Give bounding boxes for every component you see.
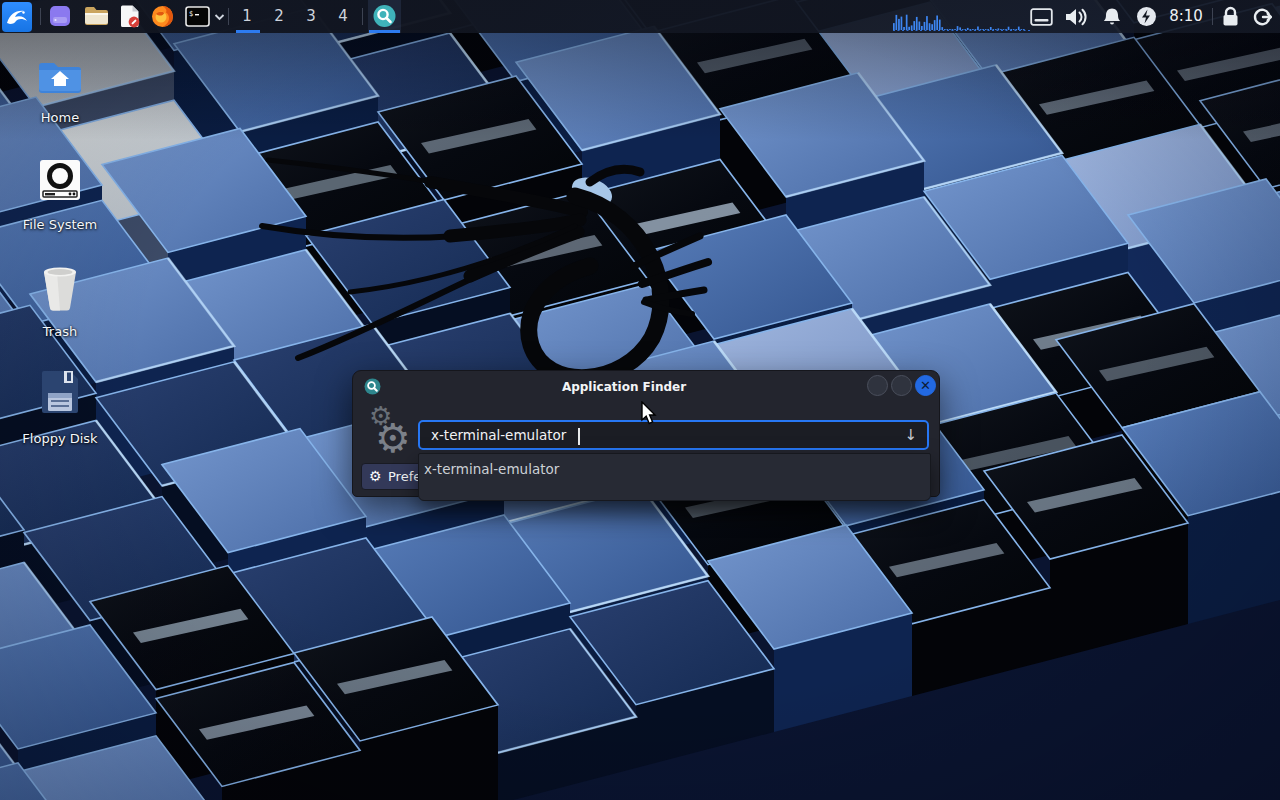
- close-button[interactable]: ✕: [915, 375, 936, 396]
- svg-text:$: $: [189, 10, 193, 18]
- search-suggestions-dropdown: x-terminal-emulator: [418, 453, 931, 501]
- lock-icon[interactable]: [1221, 6, 1240, 27]
- terminal-dropdown-chevron[interactable]: [214, 13, 225, 21]
- trash-icon[interactable]: [40, 264, 80, 312]
- preferences-gear-icon: ⚙: [369, 464, 382, 489]
- power-manager-icon[interactable]: [1136, 6, 1157, 27]
- active-workspace-underline: [236, 30, 260, 33]
- workspace-4[interactable]: 4: [327, 0, 359, 33]
- application-finder-gears-icon: ⚙ ⚙: [365, 401, 421, 461]
- workspace-3[interactable]: 3: [295, 0, 327, 33]
- mouse-cursor: [640, 401, 660, 427]
- floppy-disk-label[interactable]: Floppy Disk: [0, 431, 120, 446]
- applications-menu-button[interactable]: [2, 2, 32, 32]
- notification-bell-icon[interactable]: [1102, 7, 1122, 27]
- trash-label[interactable]: Trash: [0, 324, 120, 339]
- maximize-button[interactable]: [891, 375, 912, 396]
- text-caret: [578, 428, 580, 445]
- app-finder-active-underline: [369, 30, 400, 33]
- dropdown-arrow-icon[interactable]: ↓: [904, 426, 917, 444]
- top-panel: $ 1 2 3 4: [0, 0, 1280, 33]
- suggestion-item[interactable]: x-terminal-emulator: [424, 461, 559, 477]
- keyboard-icon[interactable]: [1030, 8, 1053, 26]
- file-system-icon[interactable]: [39, 159, 81, 201]
- search-input-value: x-terminal-emulator: [431, 427, 566, 443]
- workspace-2[interactable]: 2: [263, 0, 295, 33]
- terminal-icon[interactable]: $: [185, 6, 210, 27]
- file-system-label[interactable]: File System: [0, 217, 120, 232]
- minimize-button[interactable]: [867, 375, 888, 396]
- panel-separator: [40, 8, 41, 25]
- panel-separator: [228, 8, 229, 25]
- document-editor-icon[interactable]: [120, 5, 140, 28]
- window-title: Application Finder: [353, 380, 895, 394]
- file-manager-icon[interactable]: [84, 6, 108, 26]
- volume-icon[interactable]: [1064, 7, 1090, 27]
- window-app-icon[interactable]: [49, 5, 71, 27]
- panel-separator: [362, 8, 363, 25]
- desktop-screen: Home File System Trash Floppy Disk: [0, 0, 1280, 800]
- workspace-1[interactable]: 1: [231, 0, 263, 33]
- floppy-disk-icon[interactable]: [40, 369, 80, 415]
- home-label[interactable]: Home: [0, 110, 120, 125]
- home-icon[interactable]: [37, 61, 83, 93]
- cpu-graph[interactable]: [893, 6, 1033, 32]
- app-finder-panel-button[interactable]: [368, 0, 401, 33]
- search-input[interactable]: x-terminal-emulator ↓: [418, 420, 929, 450]
- panel-separator: [1212, 8, 1213, 25]
- application-finder-window: Application Finder ✕ ⚙ ⚙ x-terminal-emul…: [352, 370, 940, 497]
- logout-icon[interactable]: [1252, 7, 1272, 27]
- firefox-icon[interactable]: [151, 5, 174, 28]
- clock[interactable]: 8:10: [1163, 0, 1209, 33]
